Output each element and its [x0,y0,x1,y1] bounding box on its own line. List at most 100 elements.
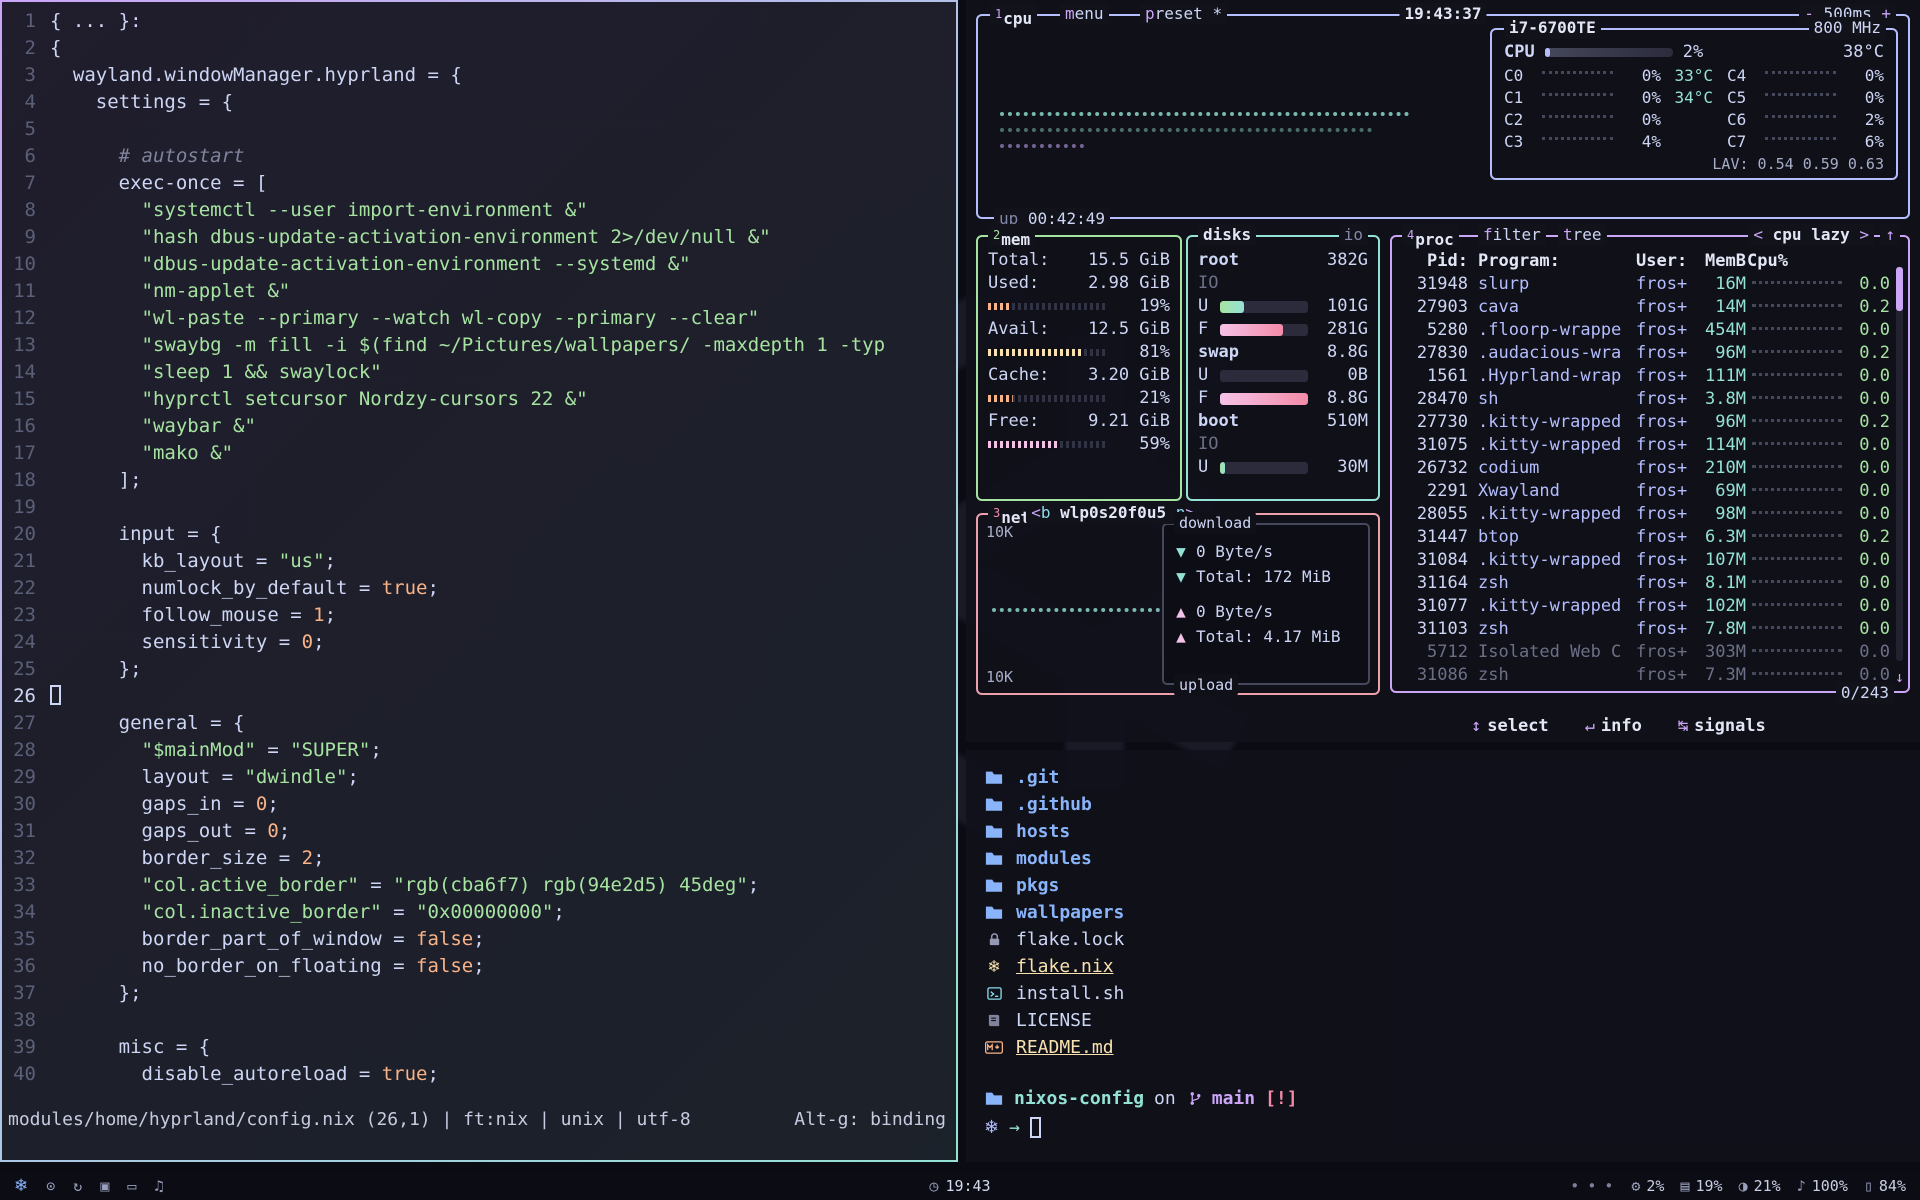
signals-action[interactable]: ↹signals [1678,715,1766,738]
code-line[interactable]: 24 sensitivity = 0; [2,629,956,656]
code-line[interactable]: 10 "dbus-update-activation-environment -… [2,251,956,278]
select-action[interactable]: ↕select [1471,715,1549,738]
process-row[interactable]: 27830.audacious-wrafros+96M0.2 [1402,342,1890,365]
process-row[interactable]: 2291Xwaylandfros+69M0.0 [1402,480,1890,503]
process-row[interactable]: 31447btopfros+6.3M0.2 [1402,526,1890,549]
process-row[interactable]: 27903cavafros+14M0.2 [1402,296,1890,319]
code-line[interactable]: 20 input = { [2,521,956,548]
code-line[interactable]: 1{ ... }: [2,8,956,35]
code-line[interactable]: 6 # autostart [2,143,956,170]
proc-scroll-up[interactable]: ↑ [1880,224,1900,246]
code-line[interactable]: 7 exec-once = [ [2,170,956,197]
info-action[interactable]: ↵info [1585,715,1642,738]
code-line[interactable]: 29 layout = "dwindle"; [2,764,956,791]
disk-module[interactable]: ◑21% [1739,1177,1781,1195]
code-line[interactable]: 27 general = { [2,710,956,737]
preset-button[interactable]: preset * [1140,3,1227,25]
code-line[interactable]: 8 "systemctl --user import-environment &… [2,197,956,224]
process-row[interactable]: 31948slurpfros+16M0.0 [1402,273,1890,296]
code-line[interactable]: 13 "swaybg -m fill -i $(find ~/Pictures/… [2,332,956,359]
process-row[interactable]: 5280.floorp-wrappefros+454M0.0 [1402,319,1890,342]
code-line[interactable]: 17 "mako &" [2,440,956,467]
volume-module[interactable]: ♪100% [1797,1177,1848,1195]
code-line[interactable]: 38 [2,1007,956,1034]
code-line[interactable]: 30 gaps_in = 0; [2,791,956,818]
code-line[interactable]: 39 misc = { [2,1034,956,1061]
clock-module[interactable]: ◷ 19:43 [929,1177,990,1195]
code-line[interactable]: 11 "nm-applet &" [2,278,956,305]
tray-icon[interactable]: • [1570,1177,1579,1195]
code-line[interactable]: 15 "hyprctl setcursor Nordzy-cursors 22 … [2,386,956,413]
power-icon[interactable]: ⊙ [46,1177,55,1195]
proc-sort-selector[interactable]: < cpu lazy > [1748,224,1874,246]
process-row[interactable]: 31077.kitty-wrappedfros+102M0.0 [1402,595,1890,618]
process-row[interactable]: 28055.kitty-wrappedfros+98M0.0 [1402,503,1890,526]
proc-scrollbar[interactable] [1896,267,1903,661]
column-pid[interactable]: Pid: [1402,250,1468,273]
code-line[interactable]: 37 }; [2,980,956,1007]
column-memb[interactable]: MemB [1694,250,1746,273]
music-icon[interactable]: ♫ [154,1177,163,1195]
column-user[interactable]: User: [1636,250,1694,273]
scroll-down-icon[interactable]: ↓ [1895,666,1904,689]
code-line[interactable]: 9 "hash dbus-update-activation-environme… [2,224,956,251]
code-line[interactable]: 18 ]; [2,467,956,494]
code-line[interactable]: 4 settings = { [2,89,956,116]
code-line[interactable]: 33 "col.active_border" = "rgb(cba6f7) rg… [2,872,956,899]
process-row[interactable]: 27730.kitty-wrappedfros+96M0.2 [1402,411,1890,434]
disks-box-title[interactable]: disks [1198,224,1256,246]
process-row[interactable]: 31164zshfros+8.1M0.0 [1402,572,1890,595]
code-line[interactable]: 12 "wl-paste --primary --watch wl-copy -… [2,305,956,332]
cpu-box-title[interactable]: 1cpu [990,3,1037,25]
editor-pane[interactable]: 1{ ... }:2{3 wayland.windowManager.hyprl… [0,0,958,1162]
prompt-input-line[interactable]: ❄ → [984,1114,1902,1141]
process-row[interactable]: 31086zshfros+7.3M0.0 [1402,664,1890,687]
proc-tree-button[interactable]: tree [1558,224,1607,246]
process-row[interactable]: 1561.Hyprland-wrapfros+111M0.0 [1402,365,1890,388]
code-line[interactable]: 26 [2,683,956,710]
process-row[interactable]: 5712Isolated Web Cfros+303M0.0 [1402,641,1890,664]
terminal-window[interactable]: .git.githubhostsmodulespkgswallpapersfla… [966,750,1920,1162]
cpu-module[interactable]: ⚙2% [1631,1177,1664,1195]
sort-prev-icon[interactable]: < [1753,225,1763,244]
column-cpu[interactable]: Cpu% [1746,250,1788,273]
tray-icon[interactable]: • [1604,1177,1613,1195]
code-line[interactable]: 19 [2,494,956,521]
process-row[interactable]: 31075.kitty-wrappedfros+114M0.0 [1402,434,1890,457]
code-line[interactable]: 14 "sleep 1 && swaylock" [2,359,956,386]
code-line[interactable]: 32 border_size = 2; [2,845,956,872]
clipboard-icon[interactable]: ▣ [100,1177,109,1195]
process-row[interactable]: 28470shfros+3.8M0.0 [1402,388,1890,411]
mem-box-title[interactable]: 2mem [988,224,1035,246]
proc-box-title[interactable]: 4proc [1402,224,1459,246]
code-line[interactable]: 35 border_part_of_window = false; [2,926,956,953]
code-line[interactable]: 22 numlock_by_default = true; [2,575,956,602]
code-line[interactable]: 2{ [2,35,956,62]
menu-button[interactable]: menu [1060,3,1109,25]
nix-menu-icon[interactable]: ❄ [14,1176,28,1196]
code-line[interactable]: 21 kb_layout = "us"; [2,548,956,575]
code-line[interactable]: 36 no_border_on_floating = false; [2,953,956,980]
code-line[interactable]: 3 wayland.windowManager.hyprland = { [2,62,956,89]
proc-header-row[interactable]: Pid: Program: User: MemB Cpu% [1402,249,1890,273]
proc-filter-button[interactable]: filter [1478,224,1546,246]
disks-io-toggle[interactable]: io [1339,224,1368,246]
code-line[interactable]: 23 follow_mouse = 1; [2,602,956,629]
net-prev-icon[interactable]: < [1031,503,1041,522]
code-line[interactable]: 16 "waybar &" [2,413,956,440]
code-line[interactable]: 25 }; [2,656,956,683]
memory-module[interactable]: ▤19% [1680,1177,1722,1195]
display-icon[interactable]: ▭ [127,1177,136,1195]
code-line[interactable]: 28 "$mainMod" = "SUPER"; [2,737,956,764]
code-line[interactable]: 31 gaps_out = 0; [2,818,956,845]
code-line[interactable]: 5 [2,116,956,143]
sort-next-icon[interactable]: > [1859,225,1869,244]
process-row[interactable]: 31084.kitty-wrappedfros+107M0.0 [1402,549,1890,572]
proc-scrollbar-thumb[interactable] [1896,267,1903,311]
column-program[interactable]: Program: [1478,250,1636,273]
process-row[interactable]: 26732codiumfros+210M0.0 [1402,457,1890,480]
battery-module[interactable]: ▯84% [1864,1177,1906,1195]
editor-command-line[interactable] [2,1133,956,1160]
code-line[interactable]: 40 disable_autoreload = true; [2,1061,956,1088]
tray-icon[interactable]: • [1587,1177,1596,1195]
